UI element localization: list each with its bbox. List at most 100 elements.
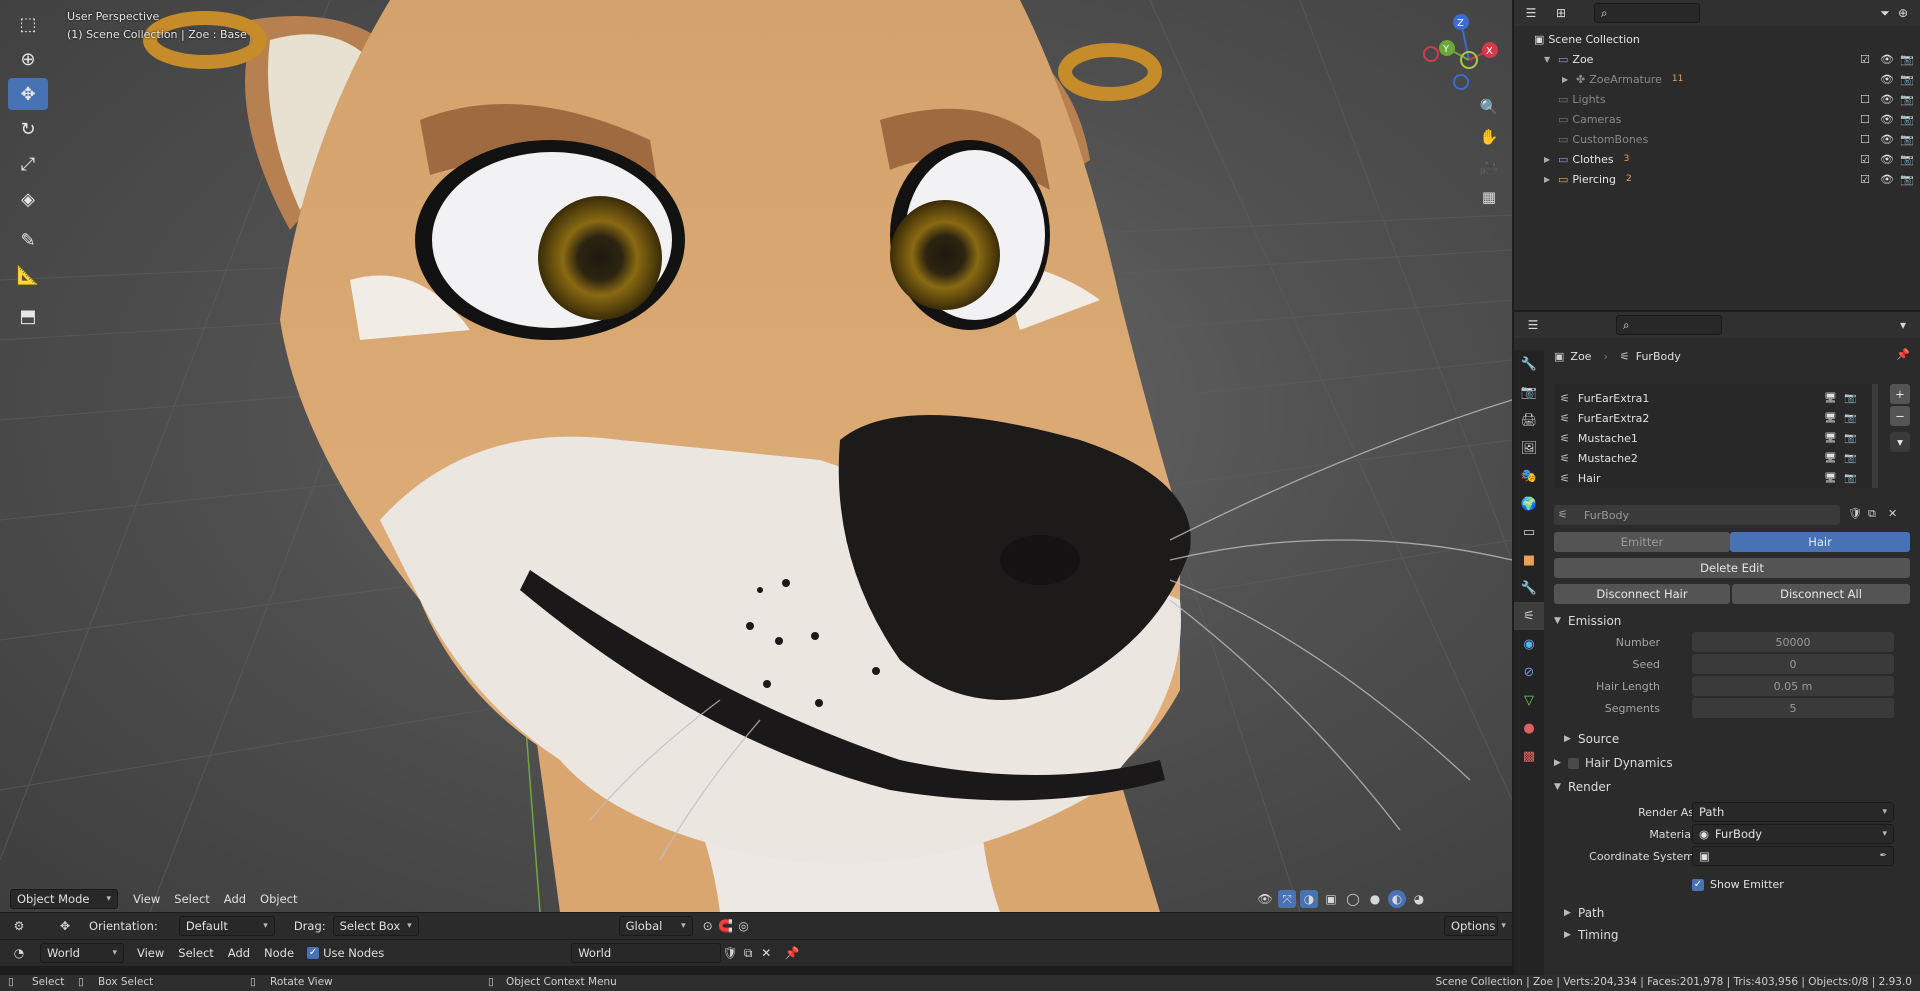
hair-dynamics-panel-header[interactable]: ▶ Hair Dynamics: [1554, 752, 1673, 774]
particle-systems-list[interactable]: ⚟ FurEarExtra1 🖥 📷 ⚟ FurEarExtra2 🖥 📷 ⚟ Mustache1…: [1554, 384, 1878, 488]
visibility-eye-icon[interactable]: 👁: [1880, 93, 1894, 106]
wireframe-shading-icon[interactable]: ◯: [1344, 890, 1362, 908]
pivot-icon[interactable]: ⊙: [699, 917, 717, 935]
select-tool-icon[interactable]: ⬚: [8, 8, 48, 40]
particle-system-item[interactable]: ⚟ FurEarExtra1 🖥 📷: [1554, 388, 1870, 408]
visibility-eye-icon[interactable]: 👁: [1880, 53, 1894, 66]
render-camera-icon[interactable]: 📷: [1844, 473, 1856, 484]
expand-toggle-icon[interactable]: ▶: [1562, 75, 1576, 84]
exclude-checkbox[interactable]: ☑: [1860, 53, 1870, 66]
render-camera-icon[interactable]: 📷: [1844, 453, 1856, 464]
ortho-toggle-icon[interactable]: ▦: [1476, 184, 1502, 210]
coordinate-system-field[interactable]: ▣ ✒: [1692, 846, 1894, 866]
new-collection-icon[interactable]: ⊕: [1894, 4, 1912, 22]
type-emitter-button[interactable]: Emitter: [1554, 532, 1730, 552]
output-tab-icon[interactable]: 🖨: [1514, 406, 1544, 434]
viewport-display-icon[interactable]: 🖥: [1824, 473, 1837, 484]
physics-tab-icon[interactable]: ◉: [1514, 630, 1544, 658]
render-panel-header[interactable]: ▼ Render: [1554, 776, 1611, 798]
hair-length-field[interactable]: 0.05 m: [1692, 676, 1894, 696]
data-tab-icon[interactable]: ▽: [1514, 686, 1544, 714]
proportional-edit-icon[interactable]: ◎: [735, 917, 753, 935]
exclude-checkbox[interactable]: ☐: [1860, 113, 1870, 126]
add-particle-system-button[interactable]: +: [1890, 384, 1910, 404]
scene-tab-icon[interactable]: 🎭: [1514, 462, 1544, 490]
viewport-display-icon[interactable]: 🖥: [1824, 453, 1837, 464]
menu-view[interactable]: View: [126, 892, 167, 906]
disconnect-all-button[interactable]: Disconnect All: [1732, 584, 1910, 604]
render-camera-icon[interactable]: 📷: [1900, 153, 1914, 166]
render-camera-icon[interactable]: 📷: [1844, 393, 1856, 404]
list-specials-button[interactable]: ▾: [1890, 432, 1910, 452]
segments-field[interactable]: 5: [1692, 698, 1894, 718]
render-camera-icon[interactable]: 📷: [1900, 73, 1914, 86]
world-datablock-field[interactable]: World: [571, 943, 722, 963]
particle-system-item[interactable]: ⚟ FurEarExtra2 🖥 📷: [1554, 408, 1870, 428]
remove-particle-system-button[interactable]: −: [1890, 406, 1910, 426]
menu-select[interactable]: Select: [167, 892, 216, 906]
duplicate-icon[interactable]: ⧉: [739, 944, 757, 962]
material-shading-icon[interactable]: ◐: [1388, 890, 1406, 908]
unlink-icon[interactable]: ✕: [1888, 507, 1897, 520]
viewport-display-icon[interactable]: 🖥: [1824, 413, 1837, 424]
render-camera-icon[interactable]: 📷: [1900, 173, 1914, 186]
list-scrollbar[interactable]: [1872, 384, 1878, 488]
particle-system-item[interactable]: ⚟ Mustache2 🖥 📷: [1554, 448, 1870, 468]
visibility-eye-icon[interactable]: 👁: [1880, 73, 1894, 86]
3d-viewport[interactable]: User Perspective (1) Scene Collection | …: [0, 0, 1512, 912]
particle-settings-field[interactable]: FurBody: [1554, 505, 1840, 525]
visibility-eye-icon[interactable]: 👁: [1880, 133, 1894, 146]
type-hair-button[interactable]: Hair: [1730, 532, 1910, 552]
unlink-icon[interactable]: ✕: [757, 944, 775, 962]
node-menu-node[interactable]: Node: [257, 946, 301, 960]
collection-tab-icon[interactable]: ▭: [1514, 518, 1544, 546]
add-cube-tool-icon[interactable]: ⬒: [8, 300, 48, 332]
node-menu-add[interactable]: Add: [221, 946, 257, 960]
viewport-display-icon[interactable]: 🖥: [1824, 393, 1837, 404]
editor-type-icon[interactable]: ⚙: [10, 917, 28, 935]
viewport-display-icon[interactable]: 🖥: [1824, 433, 1837, 444]
orientation-dropdown[interactable]: Default ▾: [178, 916, 275, 936]
material-dropdown[interactable]: ◉ FurBody ▾: [1692, 824, 1894, 844]
shader-editor-icon[interactable]: ◔: [10, 944, 28, 962]
number-field[interactable]: 50000: [1692, 632, 1894, 652]
path-panel-header[interactable]: ▶ Path: [1564, 902, 1604, 924]
constraints-tab-icon[interactable]: ⊘: [1514, 658, 1544, 686]
mode-dropdown[interactable]: Object Mode ▾: [10, 889, 118, 909]
camera-view-icon[interactable]: 🎥: [1476, 154, 1502, 180]
outliner-search[interactable]: ⌕: [1594, 3, 1700, 23]
node-menu-view[interactable]: View: [130, 946, 171, 960]
source-panel-header[interactable]: ▶ Source: [1564, 728, 1619, 750]
expand-toggle-icon[interactable]: ▶: [1544, 175, 1558, 184]
render-as-dropdown[interactable]: Path ▾: [1692, 802, 1894, 822]
emission-panel-header[interactable]: ▼ Emission: [1554, 610, 1621, 632]
view-layer-tab-icon[interactable]: 🖼: [1514, 434, 1544, 462]
outliner-scene-collection[interactable]: ▣ Scene Collection: [1514, 29, 1920, 49]
timing-panel-header[interactable]: ▶ Timing: [1564, 924, 1619, 946]
render-camera-icon[interactable]: 📷: [1900, 53, 1914, 66]
outliner-row[interactable]: ▼ ▭ Zoe ☑ 👁 📷: [1514, 49, 1920, 69]
fake-user-icon[interactable]: 🛡: [721, 944, 739, 962]
drag-dropdown[interactable]: Select Box ▾: [332, 916, 419, 936]
particles-tab-icon[interactable]: ⚟: [1514, 602, 1544, 630]
character-model[interactable]: [0, 0, 1512, 912]
fake-user-icon[interactable]: 🛡: [1848, 507, 1862, 520]
xray-icon[interactable]: ▣: [1322, 890, 1340, 908]
transform-tool-icon[interactable]: ◈: [8, 183, 48, 215]
snap-icon[interactable]: 🧲: [717, 917, 735, 935]
gizmo-toggle-icon[interactable]: ⤧: [1278, 890, 1296, 908]
hair-dynamics-checkbox[interactable]: [1568, 757, 1579, 769]
duplicate-icon[interactable]: ⧉: [1868, 507, 1876, 521]
tool-tab-icon[interactable]: 🔧: [1514, 350, 1544, 378]
outliner-row[interactable]: ▭ Lights ☐ 👁 📷: [1514, 89, 1920, 109]
visibility-icon[interactable]: 👁: [1256, 890, 1274, 908]
navigation-gizmo[interactable]: Z Y X: [1415, 10, 1507, 96]
expand-toggle-icon[interactable]: ▶: [1544, 155, 1558, 164]
particle-system-item[interactable]: ⚟ Mustache1 🖥 📷: [1554, 428, 1870, 448]
use-nodes-checkbox[interactable]: ✓: [307, 947, 320, 959]
expand-toggle-icon[interactable]: ▼: [1544, 55, 1558, 64]
visibility-eye-icon[interactable]: 👁: [1880, 173, 1894, 186]
outliner-row[interactable]: ▶ ▭ Piercing 2 ☑ 👁 📷: [1514, 169, 1920, 189]
show-emitter-checkbox[interactable]: ✓: [1692, 878, 1704, 891]
outliner-row[interactable]: ▶ ▭ Clothes 3 ☑ 👁 📷: [1514, 149, 1920, 169]
